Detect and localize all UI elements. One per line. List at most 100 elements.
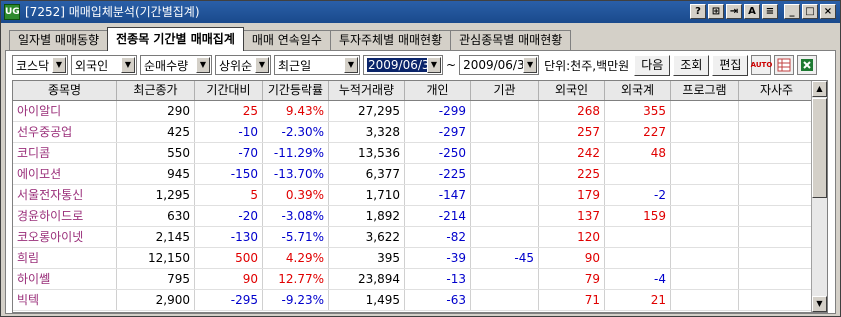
period-select[interactable]: 최근일 ▼	[274, 55, 360, 75]
cell-cum-volume: 1,710	[329, 185, 405, 205]
close-icon[interactable]: ×	[820, 4, 836, 19]
date-range-separator: ~	[446, 58, 457, 72]
grid-icon[interactable]	[774, 55, 795, 75]
cell-stock-name[interactable]: 서울전자통신	[13, 185, 117, 205]
table-row[interactable]: 아이알디 290 25 9.43% 27,295 -299 268 355	[13, 101, 827, 122]
cell-program	[671, 206, 739, 226]
col-header-name[interactable]: 종목명	[13, 81, 117, 100]
cell-foreign-broker: -4	[605, 269, 671, 289]
chevron-down-icon[interactable]: ▼	[52, 57, 66, 73]
cell-period-diff: -150	[195, 164, 263, 184]
cell-treasury	[739, 269, 815, 289]
tab-period-summary[interactable]: 전종목 기간별 매매집계	[107, 27, 244, 51]
date-to-select[interactable]: 2009/06/30 ▼	[459, 55, 540, 75]
rank-select[interactable]: 상위순 ▼	[215, 55, 271, 75]
menu-icon[interactable]: ≡	[762, 4, 778, 19]
minimize-icon[interactable]: _	[784, 4, 800, 19]
filter-toolbar: 코스닥 ▼ 외국인 ▼ 순매수량 ▼ 상위순 ▼ 최근일 ▼ 2009/06/30 ▼ ~ …	[12, 54, 818, 76]
table-row[interactable]: 선우중공업 425 -10 -2.30% 3,328 -297 257 227	[13, 122, 827, 143]
tab-watchlist-status[interactable]: 관심종목별 매매현황	[450, 30, 572, 51]
cell-treasury	[739, 227, 815, 247]
cell-stock-name[interactable]: 아이알디	[13, 101, 117, 121]
chevron-down-icon[interactable]: ▼	[255, 57, 269, 73]
cell-close-price: 630	[117, 206, 195, 226]
cell-period-rate: 12.77%	[263, 269, 329, 289]
table-row[interactable]: 에이모션 945 -150 -13.70% 6,377 -225 225	[13, 164, 827, 185]
table-row[interactable]: 코디콤 550 -70 -11.29% 13,536 -250 242 48	[13, 143, 827, 164]
pin-icon[interactable]: ⇥	[726, 4, 742, 19]
cell-individual: -63	[405, 290, 471, 310]
table-row[interactable]: 코오롱아이넷 2,145 -130 -5.71% 3,622 -82 120	[13, 227, 827, 248]
table-row[interactable]: 하이쎌 795 90 12.77% 23,894 -13 79 -4	[13, 269, 827, 290]
font-icon[interactable]: A	[744, 4, 760, 19]
maximize-icon[interactable]: □	[802, 4, 818, 19]
cell-stock-name[interactable]: 선우중공업	[13, 122, 117, 142]
investor-value: 외국인	[75, 58, 109, 73]
scroll-up-icon[interactable]: ▲	[812, 81, 827, 97]
sort-select[interactable]: 순매수량 ▼	[140, 55, 212, 75]
col-header-close[interactable]: 최근종가	[117, 81, 195, 100]
scroll-thumb[interactable]	[812, 98, 827, 198]
chevron-down-icon[interactable]: ▼	[523, 57, 538, 73]
cell-institution	[471, 185, 539, 205]
cell-institution	[471, 143, 539, 163]
cell-period-rate: 0.39%	[263, 185, 329, 205]
link-icon[interactable]: ⊞	[708, 4, 724, 19]
scroll-down-icon[interactable]: ▼	[812, 296, 827, 312]
cell-treasury	[739, 185, 815, 205]
cell-cum-volume: 3,328	[329, 122, 405, 142]
cell-stock-name[interactable]: 하이쎌	[13, 269, 117, 289]
edit-button[interactable]: 편집	[712, 54, 749, 76]
table-row[interactable]: 경윤하이드로 630 -20 -3.08% 1,892 -214 137 159	[13, 206, 827, 227]
cell-stock-name[interactable]: 코오롱아이넷	[13, 227, 117, 247]
col-header-program[interactable]: 프로그램	[671, 81, 739, 100]
table-row[interactable]: 희림 12,150 500 4.29% 395 -39 -45 90	[13, 248, 827, 269]
market-value: 코스닥	[16, 58, 50, 73]
investor-select[interactable]: 외국인 ▼	[71, 55, 137, 75]
chevron-down-icon[interactable]: ▼	[196, 57, 210, 73]
table-row[interactable]: 빅텍 2,900 -295 -9.23% 1,495 -63 71 21	[13, 290, 827, 311]
cell-stock-name[interactable]: 희림	[13, 248, 117, 268]
col-header-diff[interactable]: 기간대비	[195, 81, 263, 100]
help-icon[interactable]: ?	[690, 4, 706, 19]
table-row[interactable]: 서울전자통신 1,295 5 0.39% 1,710 -147 179 -2	[13, 185, 827, 206]
col-header-individual[interactable]: 개인	[405, 81, 471, 100]
cell-individual: -214	[405, 206, 471, 226]
col-header-rate[interactable]: 기간등락률	[263, 81, 329, 100]
auto-icon[interactable]: AUTO	[751, 55, 772, 75]
cell-period-rate: -9.23%	[263, 290, 329, 310]
cell-close-price: 945	[117, 164, 195, 184]
cell-period-rate: -13.70%	[263, 164, 329, 184]
cell-stock-name[interactable]: 경윤하이드로	[13, 206, 117, 226]
cell-close-price: 2,900	[117, 290, 195, 310]
cell-foreign-broker: 355	[605, 101, 671, 121]
col-header-treasury[interactable]: 자사주	[739, 81, 815, 100]
market-select[interactable]: 코스닥 ▼	[12, 55, 68, 75]
next-button[interactable]: 다음	[634, 54, 671, 76]
cell-treasury	[739, 290, 815, 310]
cell-individual: -82	[405, 227, 471, 247]
tab-investor-status[interactable]: 투자주체별 매매현황	[329, 30, 452, 51]
col-header-foreign-broker[interactable]: 외국계	[605, 81, 671, 100]
title-buttons: ? ⊞ ⇥ A ≡ _ □ ×	[690, 4, 836, 19]
date-from-select[interactable]: 2009/06/30 ▼	[363, 55, 443, 75]
cell-stock-name[interactable]: 에이모션	[13, 164, 117, 184]
col-header-volume[interactable]: 누적거래량	[329, 81, 405, 100]
tab-consecutive-days[interactable]: 매매 연속일수	[242, 30, 331, 51]
cell-foreigner: 71	[539, 290, 605, 310]
vertical-scrollbar[interactable]: ▲ ▼	[811, 81, 827, 312]
chevron-down-icon[interactable]: ▼	[427, 57, 441, 73]
cell-stock-name[interactable]: 빅텍	[13, 290, 117, 310]
col-header-institution[interactable]: 기관	[471, 81, 539, 100]
excel-icon[interactable]	[797, 55, 818, 75]
period-value: 최근일	[278, 58, 312, 73]
col-header-foreigner[interactable]: 외국인	[539, 81, 605, 100]
query-button[interactable]: 조회	[673, 54, 710, 76]
tab-daily-trend[interactable]: 일자별 매매동향	[9, 30, 109, 51]
cell-stock-name[interactable]: 코디콤	[13, 143, 117, 163]
chevron-down-icon[interactable]: ▼	[121, 57, 135, 73]
unit-label: 단위:천주,백만원	[544, 58, 630, 73]
chevron-down-icon[interactable]: ▼	[344, 57, 358, 73]
cell-program	[671, 143, 739, 163]
rank-value: 상위순	[219, 58, 253, 73]
